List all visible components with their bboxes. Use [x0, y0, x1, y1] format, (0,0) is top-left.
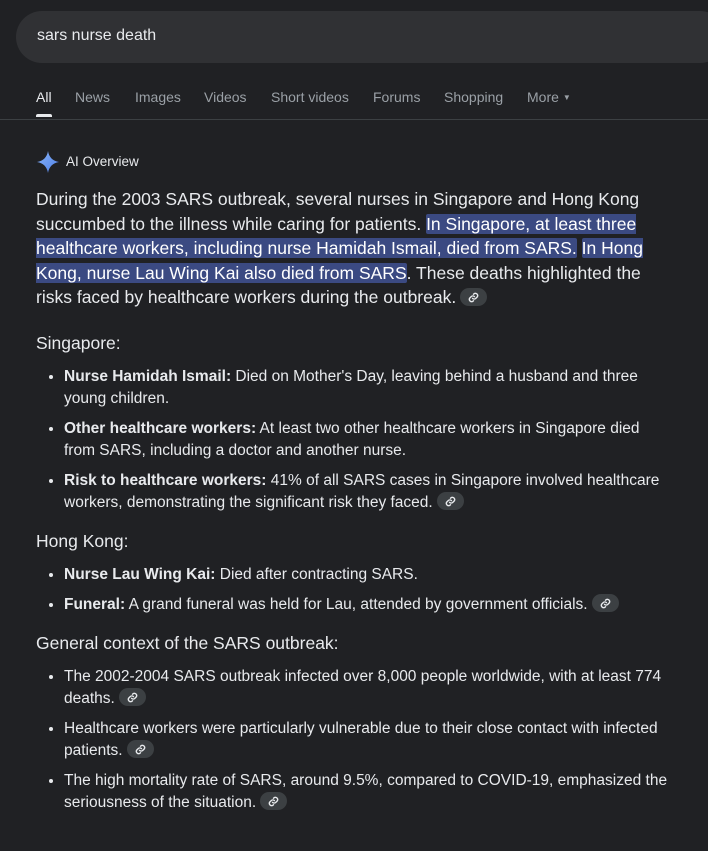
section-heading: Singapore: [36, 332, 121, 353]
source-link-button[interactable] [118, 687, 146, 706]
list-item-title: Funeral: [64, 595, 126, 613]
bullet-list: Nurse Hamidah Ismail: Died on Mother's D… [36, 366, 670, 514]
link-icon [127, 692, 138, 702]
list-item-text: Died after contracting SARS. [215, 565, 418, 583]
link-icon [135, 744, 145, 754]
tab-shopping[interactable]: Shopping [444, 89, 503, 105]
caret-down-icon: ▼ [562, 93, 571, 102]
search-bar[interactable]: sars nurse death [16, 11, 708, 63]
search-input[interactable]: sars nurse death [37, 27, 156, 45]
search-tabs: All News Images Videos Short videos Foru… [0, 86, 708, 120]
bullet-list: Nurse Lau Wing Kai: Died after contracti… [36, 564, 670, 616]
list-item-title: Risk to healthcare workers: [64, 471, 267, 489]
tab-more[interactable]: More ▼ [527, 89, 571, 105]
tab-more-label: More [527, 89, 559, 105]
link-icon [268, 796, 279, 806]
list-item: The high mortality rate of SARS, around … [64, 770, 670, 814]
list-item-title: Nurse Lau Wing Kai: [64, 565, 216, 583]
list-item: The 2002-2004 SARS outbreak infected ove… [64, 666, 670, 710]
ai-overview-content: During the 2003 SARS outbreak, several n… [36, 187, 670, 822]
section-heading: Hong Kong: [36, 530, 129, 551]
list-item: Nurse Hamidah Ismail: Died on Mother's D… [64, 366, 670, 410]
ai-overview-summary: During the 2003 SARS outbreak, several n… [36, 187, 670, 310]
list-item: Healthcare workers were particularly vul… [64, 718, 670, 762]
active-tab-indicator [36, 114, 52, 117]
tab-videos[interactable]: Videos [204, 89, 247, 105]
list-item: Funeral: A grand funeral was held for La… [64, 593, 670, 616]
tab-news[interactable]: News [75, 89, 110, 105]
tab-forums[interactable]: Forums [373, 89, 420, 105]
source-link-button[interactable] [436, 491, 464, 510]
list-item-text: The 2002-2004 SARS outbreak infected ove… [64, 667, 662, 707]
tab-all[interactable]: All [36, 89, 52, 105]
link-icon [468, 292, 479, 303]
list-item: Other healthcare workers: At least two o… [64, 418, 670, 462]
source-link-button[interactable] [591, 593, 619, 612]
list-item-text: The high mortality rate of SARS, around … [64, 771, 668, 811]
section-heading: General context of the SARS outbreak: [36, 632, 339, 653]
source-link-button[interactable] [126, 739, 154, 758]
tab-short-videos[interactable]: Short videos [271, 89, 349, 105]
list-item-title: Nurse Hamidah Ismail: [64, 367, 232, 385]
tab-images[interactable]: Images [135, 89, 181, 105]
link-icon [445, 496, 456, 506]
list-item: Risk to healthcare workers: 41% of all S… [64, 470, 670, 514]
ai-overview-title: AI Overview [66, 154, 139, 169]
list-item: Nurse Lau Wing Kai: Died after contracti… [64, 564, 670, 586]
link-icon [600, 598, 610, 608]
source-link-button[interactable] [460, 288, 488, 306]
source-link-button[interactable] [260, 791, 288, 810]
list-item-text: A grand funeral was held for Lau, attend… [125, 595, 588, 613]
bullet-list: The 2002-2004 SARS outbreak infected ove… [36, 666, 670, 814]
ai-sparkle-icon [37, 151, 59, 173]
list-item-title: Other healthcare workers: [64, 419, 257, 437]
